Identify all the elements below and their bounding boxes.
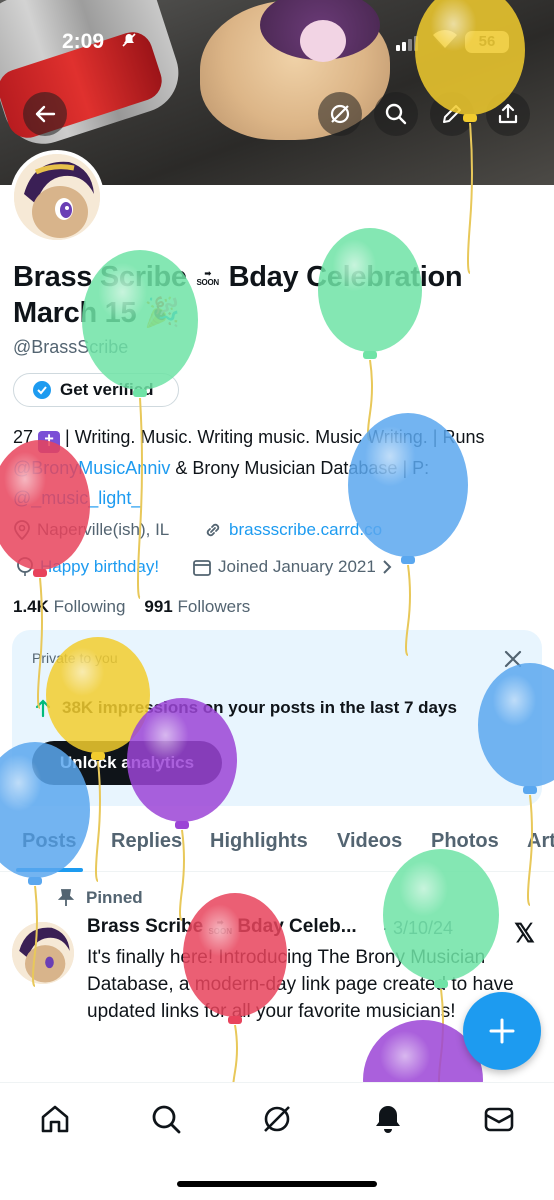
- mute-icon: [121, 32, 137, 52]
- nav-grok[interactable]: [259, 1101, 295, 1137]
- nav-messages[interactable]: [481, 1101, 517, 1137]
- analytics-card: Private to you 38K impressions on your p…: [12, 630, 542, 806]
- grok-button[interactable]: [318, 92, 362, 136]
- soon-arrow-emoji: ➡ SOON: [196, 269, 220, 288]
- post-author[interactable]: Brass Scribe ➡ SOON Bday Celeb...: [87, 916, 357, 938]
- bio-age: 27: [13, 427, 34, 447]
- tab-photos[interactable]: Photos: [431, 830, 499, 853]
- get-verified-label: Get verified: [60, 380, 154, 399]
- bio-mention-brony-music-anniv[interactable]: @BronyMusicAnniv: [13, 458, 170, 478]
- arrow-left-icon: [35, 105, 56, 123]
- profile-location: Naperville(ish), IL: [13, 520, 169, 540]
- post-date[interactable]: · 3/10/24: [382, 918, 453, 939]
- wifi-icon: [432, 28, 458, 55]
- post-author-rest: Bday Celeb...: [237, 916, 357, 937]
- signal-icon: [396, 36, 418, 51]
- post-soon-arrow: ➡ SOON: [208, 917, 233, 936]
- verified-badge-icon: [33, 381, 51, 399]
- back-button[interactable]: [23, 92, 67, 136]
- status-time: 2:09: [62, 30, 105, 53]
- nav-notifications[interactable]: [370, 1101, 406, 1137]
- nav-home[interactable]: [37, 1101, 73, 1137]
- display-name: Brass Scribe ➡ SOON Bday Celebration Marc…: [13, 259, 533, 331]
- grok-icon: [264, 1106, 290, 1132]
- balloon-icon: [17, 557, 33, 576]
- following-label: Following: [53, 597, 126, 616]
- followers-label: Followers: [177, 597, 251, 616]
- latin-cross-icon: ✝: [38, 431, 61, 453]
- profile-handle: @BrassScribe: [13, 337, 129, 357]
- arrow-up-icon: [35, 699, 51, 718]
- chevron-right-icon: [383, 560, 392, 574]
- close-button[interactable]: [500, 646, 526, 672]
- tab-videos[interactable]: Videos: [337, 830, 402, 853]
- post-author-name: Brass Scribe: [87, 916, 204, 937]
- post-avatar[interactable]: [12, 922, 74, 984]
- home-icon: [41, 1105, 69, 1133]
- get-verified-button[interactable]: Get verified: [13, 373, 179, 407]
- party-popper-icon: 🎉: [144, 297, 180, 329]
- birthday-text[interactable]: Happy birthday!: [40, 557, 159, 577]
- mail-icon: [484, 1107, 514, 1132]
- close-icon: [504, 650, 522, 668]
- pinned-label: Pinned: [58, 888, 143, 908]
- post-soon-label: SOON: [208, 926, 233, 936]
- location-pin-icon: [14, 520, 30, 540]
- grok-icon: [330, 104, 350, 124]
- bottom-navigation: [0, 1082, 554, 1200]
- tab-highlights[interactable]: Highlights: [210, 830, 308, 853]
- bio-text-1: | Writing. Music. Writing music. Music W…: [60, 427, 485, 447]
- nav-search[interactable]: [148, 1101, 184, 1137]
- share-icon: [498, 103, 518, 124]
- following-link[interactable]: 1.4K Following: [13, 597, 125, 616]
- follow-stats: 1.4K Following 991 Followers: [13, 597, 250, 617]
- impressions-row: 38K impressions on your posts in the las…: [34, 698, 457, 718]
- banner-plush-ear: [300, 20, 346, 62]
- search-icon: [152, 1105, 181, 1134]
- edit-button[interactable]: [430, 92, 474, 136]
- location-text: Naperville(ish), IL: [37, 520, 170, 539]
- followers-count: 991: [144, 597, 173, 616]
- profile-joined[interactable]: Joined January 2021: [192, 557, 392, 577]
- home-indicator: [177, 1181, 377, 1187]
- unlock-analytics-button[interactable]: Unlock analytics: [32, 741, 222, 785]
- link-icon: [206, 523, 220, 537]
- bio-mention-music-light[interactable]: @_music_light_: [13, 488, 141, 508]
- bio-text-2: & Brony Musician Database | P:: [170, 458, 430, 478]
- plus-icon: [489, 1018, 515, 1044]
- following-count: 1.4K: [13, 597, 49, 616]
- tab-posts[interactable]: Posts: [22, 830, 76, 853]
- profile-bio: 27 ✝ | Writing. Music. Writing music. Mu…: [13, 422, 543, 513]
- pinned-text: Pinned: [86, 888, 143, 907]
- private-label: Private to you: [32, 650, 118, 666]
- tab-indicator: [16, 868, 83, 872]
- battery-indicator: 56: [465, 31, 509, 53]
- share-button[interactable]: [486, 92, 530, 136]
- soon-label: SOON: [196, 278, 220, 288]
- pencil-icon: [443, 105, 461, 123]
- profile-avatar[interactable]: [10, 150, 104, 244]
- calendar-icon: [193, 560, 211, 576]
- profile-website[interactable]: brassscribe.carrd.co: [203, 520, 382, 540]
- joined-text: Joined January 2021: [218, 557, 376, 576]
- compose-button[interactable]: [463, 992, 541, 1070]
- bell-icon: [376, 1106, 400, 1133]
- profile-tabs: Posts Replies Highlights Videos Photos A…: [0, 820, 554, 872]
- tab-replies[interactable]: Replies: [111, 830, 182, 853]
- display-name-main: Brass Scribe: [13, 261, 187, 293]
- website-link[interactable]: brassscribe.carrd.co: [229, 520, 382, 540]
- pin-icon: [58, 889, 74, 906]
- tab-art[interactable]: Art: [527, 830, 554, 853]
- search-button[interactable]: [374, 92, 418, 136]
- followers-link[interactable]: 991 Followers: [144, 597, 250, 616]
- impressions-text: 38K impressions on your posts in the las…: [62, 698, 457, 717]
- profile-birthday[interactable]: Happy birthday!: [16, 557, 159, 577]
- search-icon: [385, 103, 407, 125]
